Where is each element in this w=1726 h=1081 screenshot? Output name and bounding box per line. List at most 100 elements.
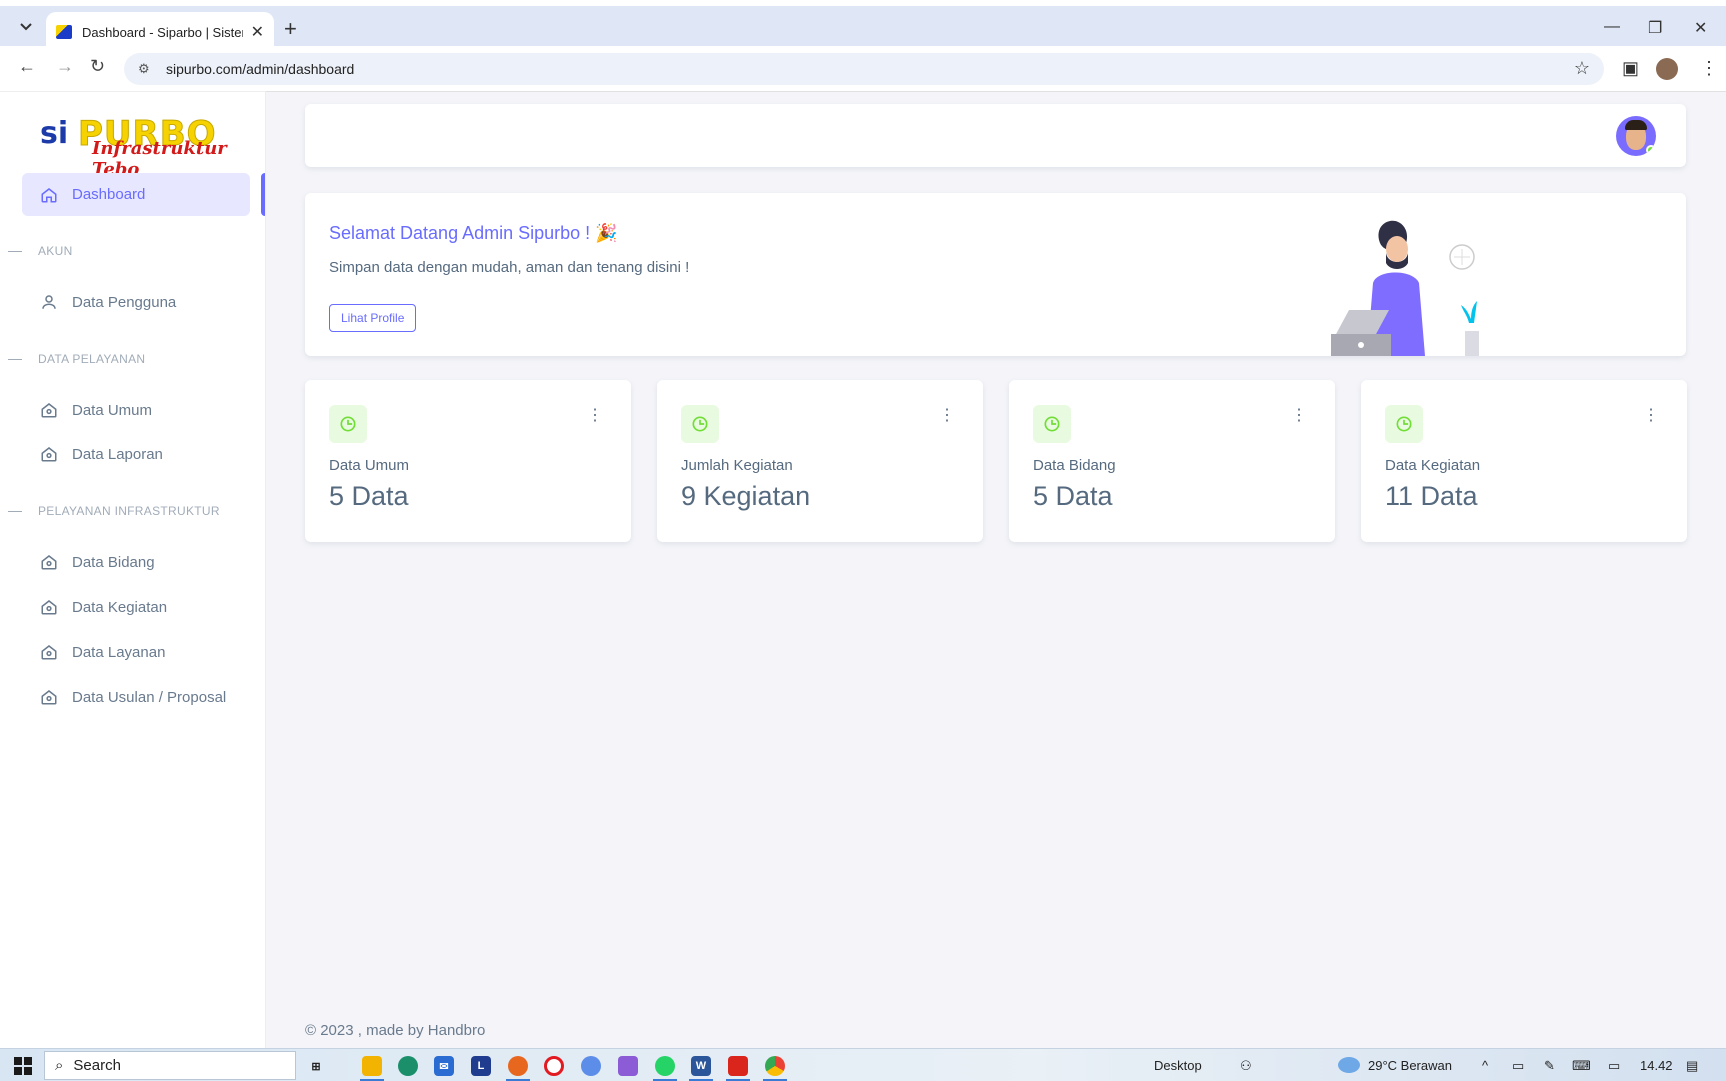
search-icon: ⌕ [55, 1057, 64, 1074]
favicon-icon [56, 25, 72, 39]
sidebar-item-data-usulan[interactable]: Data Usulan / Proposal [22, 677, 250, 717]
home-icon [40, 401, 58, 419]
section-pelayanan-infrastruktur: PELAYANAN INFRASTRUKTUR [8, 504, 220, 518]
home-icon [40, 553, 58, 571]
pie-chart-icon [1385, 405, 1423, 443]
display-icon[interactable]: ▭ [1608, 1058, 1620, 1074]
bookmark-star-icon[interactable]: ☆ [1574, 58, 1590, 79]
sidebar-item-data-umum[interactable]: Data Umum [22, 390, 250, 430]
active-indicator [261, 173, 265, 216]
sidebar-item-label: Data Layanan [72, 643, 166, 661]
sidebar-item-label: Data Kegiatan [72, 598, 168, 616]
whatsapp-icon[interactable] [655, 1056, 675, 1076]
pie-chart-icon [1033, 405, 1071, 443]
stat-label: Data Bidang [1033, 457, 1116, 474]
pen-icon[interactable]: ✎ [1544, 1058, 1555, 1074]
section-data-pelayanan: DATA PELAYANAN [8, 352, 145, 366]
home-icon [40, 688, 58, 706]
reload-button[interactable]: ↻ [90, 56, 105, 77]
sidebar-item-data-pengguna[interactable]: Data Pengguna [22, 282, 250, 322]
welcome-title-text: Selamat Datang Admin Sipurbo ! [329, 223, 591, 243]
taskbar-search-text: Search [73, 1057, 121, 1074]
word-icon[interactable]: W [691, 1056, 711, 1076]
side-panel-icon[interactable]: ▣ [1622, 58, 1639, 79]
more-options-icon[interactable]: ⋮ [1291, 408, 1307, 424]
app-l-icon[interactable]: L [471, 1056, 491, 1076]
tab-title: Dashboard - Siparbo | Sistem In [82, 24, 243, 40]
home-icon [40, 598, 58, 616]
chrome-icon[interactable] [765, 1056, 785, 1076]
url-text: sipurbo.com/admin/dashboard [166, 61, 355, 77]
site-settings-icon[interactable]: ⚙ [138, 61, 154, 77]
sidebar-item-data-layanan[interactable]: Data Layanan [22, 632, 250, 672]
profile-avatar[interactable] [1656, 58, 1678, 80]
sidebar-item-label: Data Pengguna [72, 293, 177, 311]
new-tab-button[interactable]: + [284, 16, 297, 42]
party-icon: 🎉 [595, 223, 618, 243]
section-akun: AKUN [8, 244, 73, 258]
os-taskbar: ⌕ Search ⊞ ✉ L W Desktop ⚇ 29°C Berawan … [0, 1048, 1726, 1081]
chevron-down-icon [20, 23, 32, 31]
firefox-icon[interactable] [508, 1056, 528, 1076]
file-explorer-icon[interactable] [362, 1056, 382, 1076]
taskbar-desktop[interactable]: Desktop [1154, 1058, 1202, 1073]
people-icon[interactable]: ⚇ [1240, 1058, 1252, 1074]
cloud-icon[interactable] [1338, 1057, 1360, 1073]
forward-button[interactable]: → [56, 56, 74, 77]
acrobat-icon[interactable] [728, 1056, 748, 1076]
opera-icon[interactable] [544, 1056, 564, 1076]
stat-value: 5 Data [329, 481, 409, 511]
view-profile-button[interactable]: Lihat Profile [329, 304, 417, 332]
sidebar: si PURBO Infrastruktur Tebo Dashboard AK… [0, 92, 265, 1048]
more-options-icon[interactable]: ⋮ [587, 408, 603, 424]
sidebar-item-dashboard[interactable]: Dashboard [22, 173, 250, 216]
home-icon [40, 186, 58, 204]
clock-time[interactable]: 14.42 [1640, 1058, 1673, 1073]
tab-search-button[interactable] [12, 14, 40, 40]
browser-toolbar: ← → ↻ ⚙ sipurbo.com/admin/dashboard ☆ ▣ … [0, 46, 1726, 92]
address-bar[interactable]: ⚙ sipurbo.com/admin/dashboard ☆ [124, 53, 1604, 85]
online-status-dot [1646, 145, 1656, 155]
browser-menu-icon[interactable]: ⋮ [1700, 58, 1718, 79]
sidebar-item-data-bidang[interactable]: Data Bidang [22, 542, 250, 582]
windows-start-icon[interactable] [14, 1057, 32, 1075]
close-tab-icon[interactable]: ✕ [251, 22, 264, 42]
keyboard-icon[interactable]: ⌨ [1572, 1058, 1591, 1074]
weather-text[interactable]: 29°C Berawan [1368, 1058, 1452, 1073]
taskbar-search[interactable]: ⌕ Search [44, 1051, 296, 1080]
settings-app-icon[interactable] [581, 1056, 601, 1076]
stat-label: Data Kegiatan [1385, 457, 1481, 474]
welcome-title: Selamat Datang Admin Sipurbo ! 🎉 [329, 223, 618, 244]
notifications-icon[interactable]: ▤ [1686, 1058, 1698, 1074]
sidebar-item-data-laporan[interactable]: Data Laporan [22, 434, 250, 474]
stat-value: 9 Kegiatan [681, 481, 811, 511]
battery-icon[interactable]: ▭ [1512, 1058, 1524, 1074]
task-view-icon[interactable]: ⊞ [306, 1056, 326, 1076]
stat-label: Jumlah Kegiatan [681, 457, 793, 474]
stat-card-data-bidang: ⋮ Data Bidang 5 Data [1009, 380, 1335, 542]
more-options-icon[interactable]: ⋮ [939, 408, 955, 424]
edge-icon[interactable] [398, 1056, 418, 1076]
minimize-button[interactable]: — [1604, 18, 1620, 36]
user-avatar[interactable] [1616, 116, 1656, 156]
sidebar-item-label: Data Umum [72, 401, 153, 419]
chevron-up-icon[interactable]: ^ [1482, 1058, 1488, 1073]
stat-card-data-kegiatan: ⋮ Data Kegiatan 11 Data [1361, 380, 1687, 542]
browser-tabbar: Dashboard - Siparbo | Sistem In ✕ + — ❐ … [0, 0, 1726, 52]
top-navbar [305, 104, 1686, 167]
pie-chart-icon [681, 405, 719, 443]
more-options-icon[interactable]: ⋮ [1643, 408, 1659, 424]
sidebar-item-data-kegiatan[interactable]: Data Kegiatan [22, 587, 250, 627]
stat-label: Data Umum [329, 457, 410, 474]
restore-button[interactable]: ❐ [1648, 18, 1662, 38]
sidebar-item-label: Data Usulan / Proposal [72, 688, 227, 706]
app-logo[interactable]: si PURBO Infrastruktur Tebo [40, 114, 230, 181]
close-window-button[interactable]: ✕ [1694, 18, 1707, 38]
welcome-text: Simpan data dengan mudah, aman dan tenan… [329, 259, 690, 276]
clipchamp-icon[interactable] [618, 1056, 638, 1076]
mail-icon[interactable]: ✉ [434, 1056, 454, 1076]
home-icon [40, 643, 58, 661]
back-button[interactable]: ← [18, 56, 36, 77]
stat-card-data-umum: ⋮ Data Umum 5 Data [305, 380, 631, 542]
man-with-laptop-illustration [1331, 220, 1479, 356]
